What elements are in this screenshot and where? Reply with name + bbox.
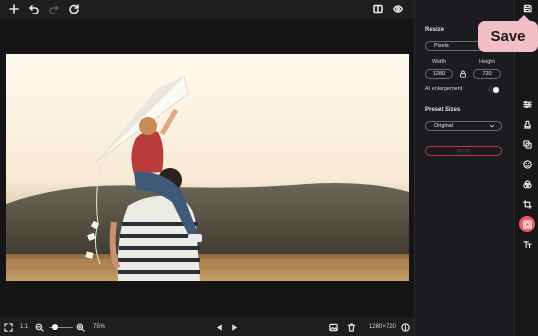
ai-enlargement-label: AI enlargement: [425, 86, 463, 92]
redo-icon: [49, 5, 59, 14]
ai-enlargement-toggle[interactable]: [488, 86, 500, 93]
preview-eye-icon: [393, 5, 403, 13]
face-icon: [522, 159, 532, 169]
image-icon: [329, 323, 338, 331]
width-label: Width: [432, 59, 447, 65]
top-toolbar: [0, 0, 414, 18]
apply-button[interactable]: Apply: [425, 146, 502, 156]
tool-stamp[interactable]: [519, 116, 535, 132]
compare-icon: [373, 4, 383, 14]
fit-screen-button[interactable]: [4, 318, 13, 336]
image-info-button[interactable]: [329, 318, 338, 336]
width-input[interactable]: 1280: [425, 69, 453, 79]
toggle-knob: [493, 86, 499, 93]
bottom-toolbar: 1:1 75% 1280×720: [0, 318, 414, 336]
ratio-1-1-button[interactable]: 1:1: [20, 318, 28, 336]
tool-filters[interactable]: [519, 176, 535, 192]
add-button[interactable]: [6, 1, 22, 17]
zoom-out-icon: [35, 323, 44, 332]
info-icon: [401, 322, 410, 332]
image-dimensions: 1280×720: [369, 324, 396, 330]
tool-overlay[interactable]: [519, 136, 535, 152]
preview-button[interactable]: [390, 1, 406, 17]
adjust-icon: [522, 100, 532, 108]
image-canvas[interactable]: [0, 18, 414, 318]
preset-select-value: Original: [434, 123, 453, 129]
triangle-left-icon: [216, 323, 222, 331]
zoom-out-button[interactable]: [35, 318, 44, 336]
save-icon: [523, 4, 532, 12]
stamp-icon: [523, 120, 531, 129]
tool-crop[interactable]: [519, 196, 535, 212]
ratio-label: 1:1: [20, 324, 29, 330]
filters-icon: [522, 179, 532, 188]
overlay-icon: [522, 139, 532, 149]
next-button[interactable]: [230, 318, 239, 336]
preset-select[interactable]: Original: [425, 121, 502, 131]
chevron-down-icon: [489, 124, 495, 128]
reset-icon: [69, 4, 79, 14]
fit-screen-icon: [4, 322, 13, 332]
edited-photo[interactable]: [6, 54, 409, 281]
save-button[interactable]: [519, 0, 535, 16]
reset-button[interactable]: [66, 1, 82, 17]
crop-icon: [522, 199, 532, 209]
prev-button[interactable]: [215, 318, 224, 336]
height-label: Height: [479, 59, 495, 65]
triangle-right-icon: [232, 323, 238, 331]
add-icon: [9, 4, 19, 14]
tool-adjust[interactable]: [519, 96, 535, 112]
compare-button[interactable]: [370, 1, 386, 17]
trash-icon: [347, 323, 356, 332]
delete-button[interactable]: [347, 318, 356, 336]
zoom-in-button[interactable]: [76, 318, 85, 336]
aspect-lock-button[interactable]: [458, 69, 468, 79]
undo-button[interactable]: [26, 1, 42, 17]
height-input[interactable]: 720: [473, 69, 501, 79]
tool-resize[interactable]: [519, 216, 535, 232]
undo-icon: [29, 5, 39, 14]
info-button[interactable]: [401, 318, 410, 336]
resize-title: Resize: [425, 27, 445, 33]
tool-text[interactable]: [519, 236, 535, 252]
zoom-slider-thumb[interactable]: [52, 324, 58, 330]
resize-icon: [522, 219, 532, 229]
tool-face[interactable]: [519, 156, 535, 172]
preset-sizes-title: Preset Sizes: [425, 107, 461, 113]
zoom-percent: 75%: [93, 324, 106, 330]
photo-image: [6, 54, 409, 281]
lock-icon: [460, 70, 466, 78]
save-tooltip: Save: [478, 15, 538, 52]
zoom-in-icon: [76, 323, 85, 332]
redo-button[interactable]: [46, 1, 62, 17]
unit-select-value: Pixels: [434, 43, 449, 49]
text-icon: [522, 240, 532, 248]
